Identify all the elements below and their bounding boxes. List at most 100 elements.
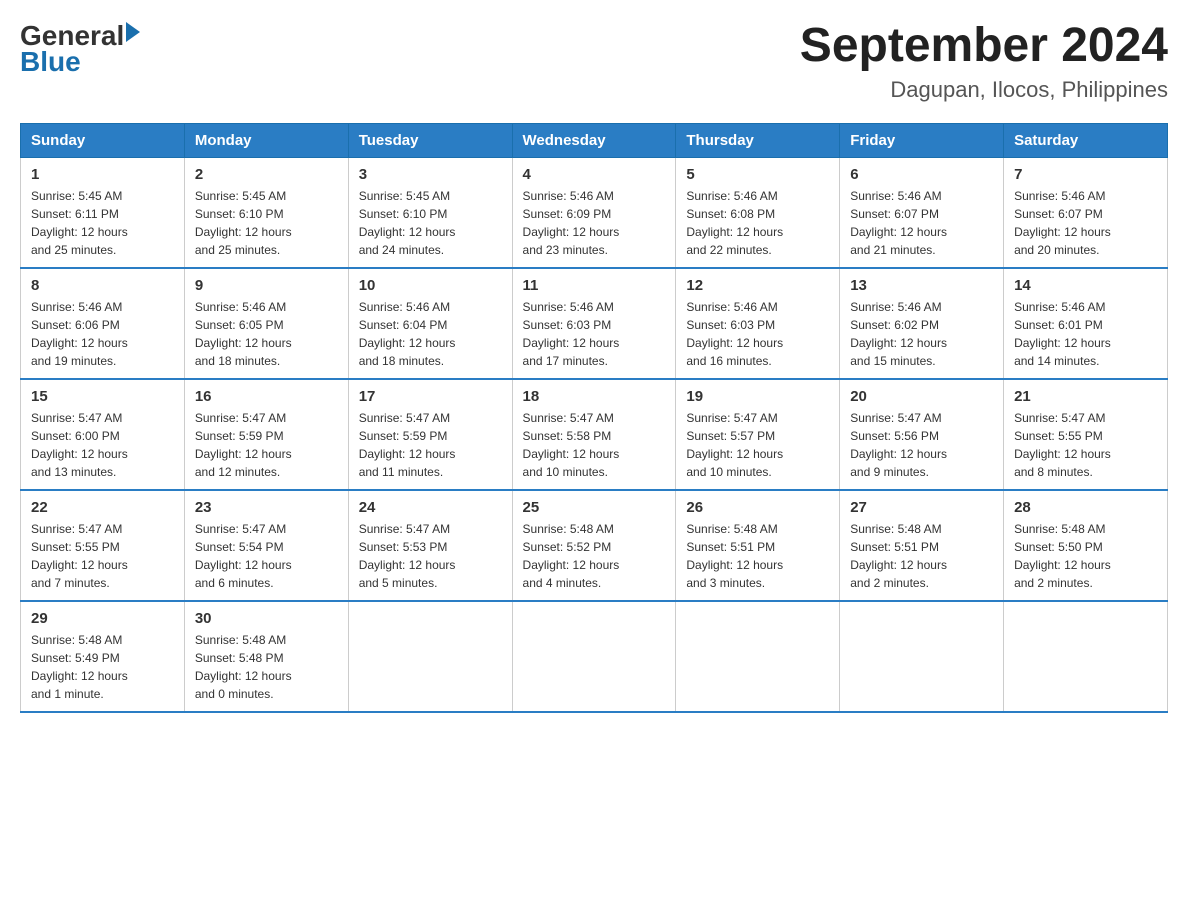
day-number: 26 xyxy=(686,499,829,516)
day-info: Sunrise: 5:46 AMSunset: 6:06 PMDaylight:… xyxy=(31,298,174,370)
day-info: Sunrise: 5:46 AMSunset: 6:02 PMDaylight:… xyxy=(850,298,993,370)
header-friday: Friday xyxy=(840,123,1004,157)
calendar-header-row: Sunday Monday Tuesday Wednesday Thursday… xyxy=(21,123,1168,157)
day-number: 18 xyxy=(523,388,666,405)
calendar-day-cell: 24 Sunrise: 5:47 AMSunset: 5:53 PMDaylig… xyxy=(348,490,512,601)
day-info: Sunrise: 5:47 AMSunset: 5:54 PMDaylight:… xyxy=(195,520,338,592)
day-number: 15 xyxy=(31,388,174,405)
day-info: Sunrise: 5:47 AMSunset: 5:57 PMDaylight:… xyxy=(686,409,829,481)
day-number: 3 xyxy=(359,166,502,183)
header-tuesday: Tuesday xyxy=(348,123,512,157)
day-info: Sunrise: 5:47 AMSunset: 5:59 PMDaylight:… xyxy=(195,409,338,481)
day-number: 6 xyxy=(850,166,993,183)
calendar-day-cell: 13 Sunrise: 5:46 AMSunset: 6:02 PMDaylig… xyxy=(840,268,1004,379)
day-info: Sunrise: 5:47 AMSunset: 6:00 PMDaylight:… xyxy=(31,409,174,481)
header-saturday: Saturday xyxy=(1004,123,1168,157)
title-section: September 2024 Dagupan, Ilocos, Philippi… xyxy=(800,20,1168,103)
calendar-day-cell: 5 Sunrise: 5:46 AMSunset: 6:08 PMDayligh… xyxy=(676,157,840,268)
day-info: Sunrise: 5:48 AMSunset: 5:50 PMDaylight:… xyxy=(1014,520,1157,592)
day-number: 19 xyxy=(686,388,829,405)
day-number: 29 xyxy=(31,610,174,627)
logo-triangle-icon xyxy=(126,22,140,42)
day-info: Sunrise: 5:46 AMSunset: 6:01 PMDaylight:… xyxy=(1014,298,1157,370)
calendar-day-cell: 11 Sunrise: 5:46 AMSunset: 6:03 PMDaylig… xyxy=(512,268,676,379)
calendar-day-cell: 29 Sunrise: 5:48 AMSunset: 5:49 PMDaylig… xyxy=(21,601,185,712)
day-info: Sunrise: 5:48 AMSunset: 5:52 PMDaylight:… xyxy=(523,520,666,592)
calendar-day-cell: 2 Sunrise: 5:45 AMSunset: 6:10 PMDayligh… xyxy=(184,157,348,268)
calendar-day-cell: 9 Sunrise: 5:46 AMSunset: 6:05 PMDayligh… xyxy=(184,268,348,379)
calendar-day-cell: 14 Sunrise: 5:46 AMSunset: 6:01 PMDaylig… xyxy=(1004,268,1168,379)
day-number: 2 xyxy=(195,166,338,183)
calendar-day-cell: 23 Sunrise: 5:47 AMSunset: 5:54 PMDaylig… xyxy=(184,490,348,601)
header-thursday: Thursday xyxy=(676,123,840,157)
calendar-day-cell: 26 Sunrise: 5:48 AMSunset: 5:51 PMDaylig… xyxy=(676,490,840,601)
day-info: Sunrise: 5:46 AMSunset: 6:03 PMDaylight:… xyxy=(523,298,666,370)
calendar-day-cell: 4 Sunrise: 5:46 AMSunset: 6:09 PMDayligh… xyxy=(512,157,676,268)
day-info: Sunrise: 5:48 AMSunset: 5:51 PMDaylight:… xyxy=(686,520,829,592)
calendar-week-row: 29 Sunrise: 5:48 AMSunset: 5:49 PMDaylig… xyxy=(21,601,1168,712)
day-number: 20 xyxy=(850,388,993,405)
day-number: 13 xyxy=(850,277,993,294)
day-info: Sunrise: 5:46 AMSunset: 6:09 PMDaylight:… xyxy=(523,187,666,259)
calendar-day-cell xyxy=(676,601,840,712)
day-info: Sunrise: 5:48 AMSunset: 5:51 PMDaylight:… xyxy=(850,520,993,592)
day-number: 12 xyxy=(686,277,829,294)
day-number: 14 xyxy=(1014,277,1157,294)
day-number: 7 xyxy=(1014,166,1157,183)
day-info: Sunrise: 5:47 AMSunset: 5:55 PMDaylight:… xyxy=(31,520,174,592)
day-info: Sunrise: 5:47 AMSunset: 5:53 PMDaylight:… xyxy=(359,520,502,592)
calendar-day-cell: 20 Sunrise: 5:47 AMSunset: 5:56 PMDaylig… xyxy=(840,379,1004,490)
calendar-day-cell: 30 Sunrise: 5:48 AMSunset: 5:48 PMDaylig… xyxy=(184,601,348,712)
header-sunday: Sunday xyxy=(21,123,185,157)
calendar-week-row: 8 Sunrise: 5:46 AMSunset: 6:06 PMDayligh… xyxy=(21,268,1168,379)
calendar-day-cell: 7 Sunrise: 5:46 AMSunset: 6:07 PMDayligh… xyxy=(1004,157,1168,268)
calendar-day-cell: 8 Sunrise: 5:46 AMSunset: 6:06 PMDayligh… xyxy=(21,268,185,379)
calendar-day-cell: 1 Sunrise: 5:45 AMSunset: 6:11 PMDayligh… xyxy=(21,157,185,268)
day-info: Sunrise: 5:46 AMSunset: 6:07 PMDaylight:… xyxy=(850,187,993,259)
logo: General Blue xyxy=(20,20,140,78)
day-number: 5 xyxy=(686,166,829,183)
calendar-day-cell: 15 Sunrise: 5:47 AMSunset: 6:00 PMDaylig… xyxy=(21,379,185,490)
calendar-title: September 2024 xyxy=(800,20,1168,73)
day-number: 8 xyxy=(31,277,174,294)
calendar-subtitle: Dagupan, Ilocos, Philippines xyxy=(800,77,1168,103)
day-number: 23 xyxy=(195,499,338,516)
day-number: 10 xyxy=(359,277,502,294)
calendar-week-row: 22 Sunrise: 5:47 AMSunset: 5:55 PMDaylig… xyxy=(21,490,1168,601)
calendar-day-cell xyxy=(840,601,1004,712)
header-monday: Monday xyxy=(184,123,348,157)
calendar-table: Sunday Monday Tuesday Wednesday Thursday… xyxy=(20,123,1168,713)
day-number: 17 xyxy=(359,388,502,405)
calendar-day-cell: 27 Sunrise: 5:48 AMSunset: 5:51 PMDaylig… xyxy=(840,490,1004,601)
day-number: 16 xyxy=(195,388,338,405)
calendar-day-cell: 18 Sunrise: 5:47 AMSunset: 5:58 PMDaylig… xyxy=(512,379,676,490)
day-number: 25 xyxy=(523,499,666,516)
logo-blue-text: Blue xyxy=(20,46,140,78)
calendar-day-cell: 25 Sunrise: 5:48 AMSunset: 5:52 PMDaylig… xyxy=(512,490,676,601)
day-number: 28 xyxy=(1014,499,1157,516)
calendar-week-row: 1 Sunrise: 5:45 AMSunset: 6:11 PMDayligh… xyxy=(21,157,1168,268)
calendar-day-cell: 16 Sunrise: 5:47 AMSunset: 5:59 PMDaylig… xyxy=(184,379,348,490)
day-number: 11 xyxy=(523,277,666,294)
day-number: 4 xyxy=(523,166,666,183)
day-number: 30 xyxy=(195,610,338,627)
day-number: 27 xyxy=(850,499,993,516)
day-info: Sunrise: 5:46 AMSunset: 6:07 PMDaylight:… xyxy=(1014,187,1157,259)
calendar-day-cell: 21 Sunrise: 5:47 AMSunset: 5:55 PMDaylig… xyxy=(1004,379,1168,490)
calendar-day-cell: 22 Sunrise: 5:47 AMSunset: 5:55 PMDaylig… xyxy=(21,490,185,601)
day-number: 1 xyxy=(31,166,174,183)
day-info: Sunrise: 5:45 AMSunset: 6:10 PMDaylight:… xyxy=(359,187,502,259)
day-info: Sunrise: 5:47 AMSunset: 5:58 PMDaylight:… xyxy=(523,409,666,481)
day-info: Sunrise: 5:46 AMSunset: 6:08 PMDaylight:… xyxy=(686,187,829,259)
day-info: Sunrise: 5:46 AMSunset: 6:05 PMDaylight:… xyxy=(195,298,338,370)
header-wednesday: Wednesday xyxy=(512,123,676,157)
calendar-day-cell: 19 Sunrise: 5:47 AMSunset: 5:57 PMDaylig… xyxy=(676,379,840,490)
day-info: Sunrise: 5:47 AMSunset: 5:56 PMDaylight:… xyxy=(850,409,993,481)
day-info: Sunrise: 5:46 AMSunset: 6:04 PMDaylight:… xyxy=(359,298,502,370)
calendar-day-cell xyxy=(512,601,676,712)
calendar-day-cell xyxy=(1004,601,1168,712)
day-info: Sunrise: 5:47 AMSunset: 5:59 PMDaylight:… xyxy=(359,409,502,481)
day-number: 24 xyxy=(359,499,502,516)
day-info: Sunrise: 5:48 AMSunset: 5:49 PMDaylight:… xyxy=(31,631,174,703)
calendar-day-cell: 12 Sunrise: 5:46 AMSunset: 6:03 PMDaylig… xyxy=(676,268,840,379)
